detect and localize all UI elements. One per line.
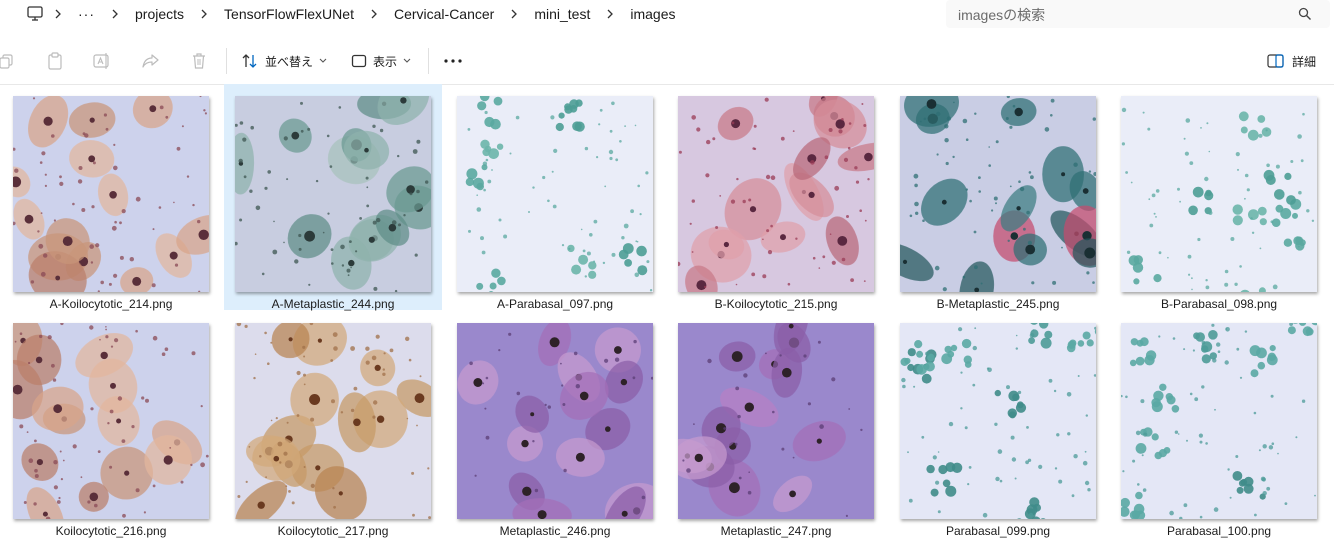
breadcrumb-images[interactable]: images (624, 6, 681, 22)
delete-icon[interactable] (189, 51, 209, 71)
search-icon[interactable] (1298, 7, 1312, 21)
file-thumbnail (235, 323, 431, 519)
file-item[interactable]: Koilocytotic_217.png (224, 311, 442, 538)
chevron-right-icon[interactable] (500, 9, 528, 19)
file-item[interactable]: A-Parabasal_097.png (446, 84, 664, 311)
file-name: A-Parabasal_097.png (496, 297, 614, 311)
more-options-icon[interactable] (442, 51, 464, 71)
file-item[interactable]: B-Metaplastic_245.png (889, 84, 1107, 311)
copy-icon[interactable] (0, 51, 16, 71)
file-item[interactable]: Parabasal_100.png (1110, 311, 1328, 538)
view-label: 表示 (373, 54, 398, 69)
file-item[interactable]: B-Parabasal_098.png (1110, 84, 1328, 311)
search-input[interactable] (956, 4, 1280, 26)
breadcrumb: ··· projects TensorFlowFlexUNet Cervical… (26, 0, 682, 27)
sort-icon (242, 54, 257, 68)
computer-icon[interactable] (26, 5, 44, 23)
file-thumbnail (13, 96, 209, 292)
breadcrumb-projects[interactable]: projects (129, 6, 190, 22)
details-pane-icon (1267, 54, 1284, 68)
file-name: A-Koilocytotic_214.png (49, 297, 173, 311)
file-thumbnail (900, 96, 1096, 292)
file-name: B-Koilocytotic_215.png (714, 297, 838, 311)
chevron-down-icon (319, 58, 327, 63)
file-thumbnail (235, 96, 431, 292)
file-thumbnail (1121, 323, 1317, 519)
search-box (946, 0, 1330, 28)
file-name: Metaplastic_246.png (499, 524, 611, 538)
sort-label: 並べ替え (265, 54, 314, 69)
toolbar-divider (226, 48, 227, 74)
toolbar-divider (428, 48, 429, 74)
chevron-right-icon[interactable] (360, 9, 388, 19)
breadcrumb-cervical-cancer[interactable]: Cervical-Cancer (388, 6, 500, 22)
chevron-right-icon[interactable] (190, 9, 218, 19)
file-name: A-Metaplastic_244.png (271, 297, 395, 311)
chevron-right-icon[interactable] (596, 9, 624, 19)
file-name: Koilocytotic_217.png (277, 524, 389, 538)
file-name: B-Metaplastic_245.png (936, 297, 1060, 311)
chevron-right-icon[interactable] (101, 9, 129, 19)
share-icon[interactable] (141, 51, 161, 71)
breadcrumb-tensorflowflexunet[interactable]: TensorFlowFlexUNet (218, 6, 360, 22)
file-name: Metaplastic_247.png (720, 524, 832, 538)
file-thumbnail (900, 323, 1096, 519)
chevron-down-icon (403, 58, 411, 63)
details-button[interactable]: 詳細 (1267, 50, 1316, 72)
file-name: Koilocytotic_216.png (55, 524, 167, 538)
file-item[interactable]: Metaplastic_246.png (446, 311, 664, 538)
view-button[interactable]: 表示 (351, 50, 411, 72)
file-name: Parabasal_099.png (945, 524, 1051, 538)
details-label: 詳細 (1291, 54, 1316, 69)
breadcrumb-mini-test[interactable]: mini_test (528, 6, 596, 22)
file-item[interactable]: B-Koilocytotic_215.png (667, 84, 885, 311)
file-thumbnail (1121, 96, 1317, 292)
rename-icon[interactable] (92, 51, 112, 71)
file-name: B-Parabasal_098.png (1160, 297, 1278, 311)
file-item[interactable]: Parabasal_099.png (889, 311, 1107, 538)
address-bar: ··· projects TensorFlowFlexUNet Cervical… (0, 0, 1334, 39)
file-item[interactable]: Koilocytotic_216.png (2, 311, 220, 538)
file-item[interactable]: A-Metaplastic_244.png (224, 84, 442, 311)
file-thumbnail (457, 323, 653, 519)
view-icon (351, 54, 367, 68)
file-item[interactable]: A-Koilocytotic_214.png (2, 84, 220, 311)
breadcrumb-overflow[interactable]: ··· (72, 6, 101, 22)
command-bar: 並べ替え 表示 詳細 (0, 38, 1334, 85)
file-thumbnail (457, 96, 653, 292)
chevron-right-icon[interactable] (44, 9, 72, 19)
file-thumbnail (678, 323, 874, 519)
file-thumbnail (678, 96, 874, 292)
sort-button[interactable]: 並べ替え (241, 50, 327, 72)
file-name: Parabasal_100.png (1166, 524, 1272, 538)
file-item[interactable]: Metaplastic_247.png (667, 311, 885, 538)
paste-icon[interactable] (45, 51, 65, 71)
file-thumbnail (13, 323, 209, 519)
file-grid: A-Koilocytotic_214.png A-Metaplastic_244.… (0, 84, 1334, 552)
